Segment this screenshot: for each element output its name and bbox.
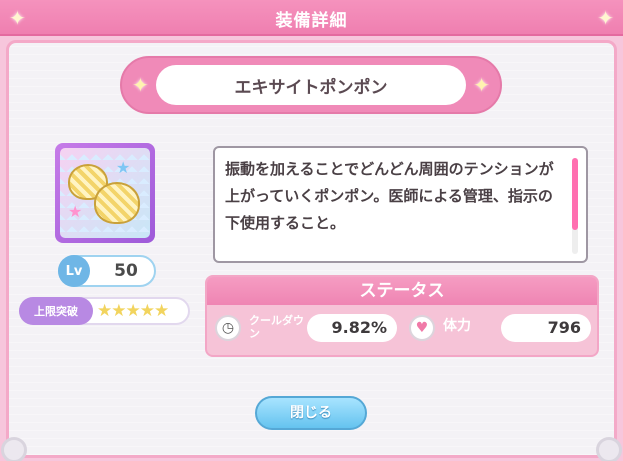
level-badge: Lv [58, 255, 90, 287]
stat-label: 体力 [443, 318, 471, 334]
level-indicator: Lv 50 [58, 255, 156, 287]
limit-break-label: 上限突破 [19, 297, 93, 325]
level-value: 50 [114, 261, 138, 281]
item-icon-frame: ★ ★ [55, 143, 155, 243]
description-scrollbar[interactable] [572, 158, 578, 254]
stat-cooldown: ◷ クールダウン 9.82% [211, 312, 401, 344]
star-icon: ★ [116, 158, 131, 177]
sparkle-icon: ✦ [473, 73, 490, 97]
heart-icon: ♥ [409, 315, 435, 341]
stat-stamina: ♥ 体力 796 [405, 312, 595, 344]
item-description: 振動を加えることでどんどん周囲のテンションが上がっていくポンポン。医師による管理… [225, 160, 554, 232]
status-title: ステータス [207, 277, 597, 305]
stat-value: 796 [501, 314, 591, 342]
limit-break-indicator: 上限突破 ★★★★★ [19, 297, 190, 325]
limit-break-stars: ★★★★★ [97, 301, 169, 321]
item-name-banner: ✦ エキサイトポンポン ✦ [120, 56, 502, 114]
item-name: エキサイトポンポン [156, 65, 466, 105]
window-frame: ✦ 装備詳細 ✦ ✦ エキサイトポンポン ✦ ★ ★ Lv 50 上限突破 ★★… [0, 0, 623, 461]
stat-value: 9.82% [307, 314, 397, 342]
sparkle-icon: ✦ [132, 73, 149, 97]
item-description-box[interactable]: 振動を加えることでどんどん周囲のテンションが上がっていくポンポン。医師による管理… [213, 146, 588, 263]
corner-ornament [1, 437, 27, 461]
close-button[interactable]: 閉じる [255, 396, 367, 430]
scrollbar-thumb[interactable] [572, 158, 578, 230]
header-bar: ✦ 装備詳細 ✦ [0, 0, 623, 36]
page-title: 装備詳細 [275, 11, 348, 31]
clock-icon: ◷ [215, 315, 241, 341]
corner-ornament [596, 437, 622, 461]
status-panel: ステータス ◷ クールダウン 9.82% ♥ 体力 796 [205, 275, 599, 357]
pompom-icon [94, 182, 140, 224]
pompom-item-icon: ★ ★ [60, 148, 150, 238]
stat-label: クールダウン [249, 314, 304, 340]
star-icon: ★ [68, 202, 83, 221]
sparkle-icon: ✦ [597, 6, 614, 30]
